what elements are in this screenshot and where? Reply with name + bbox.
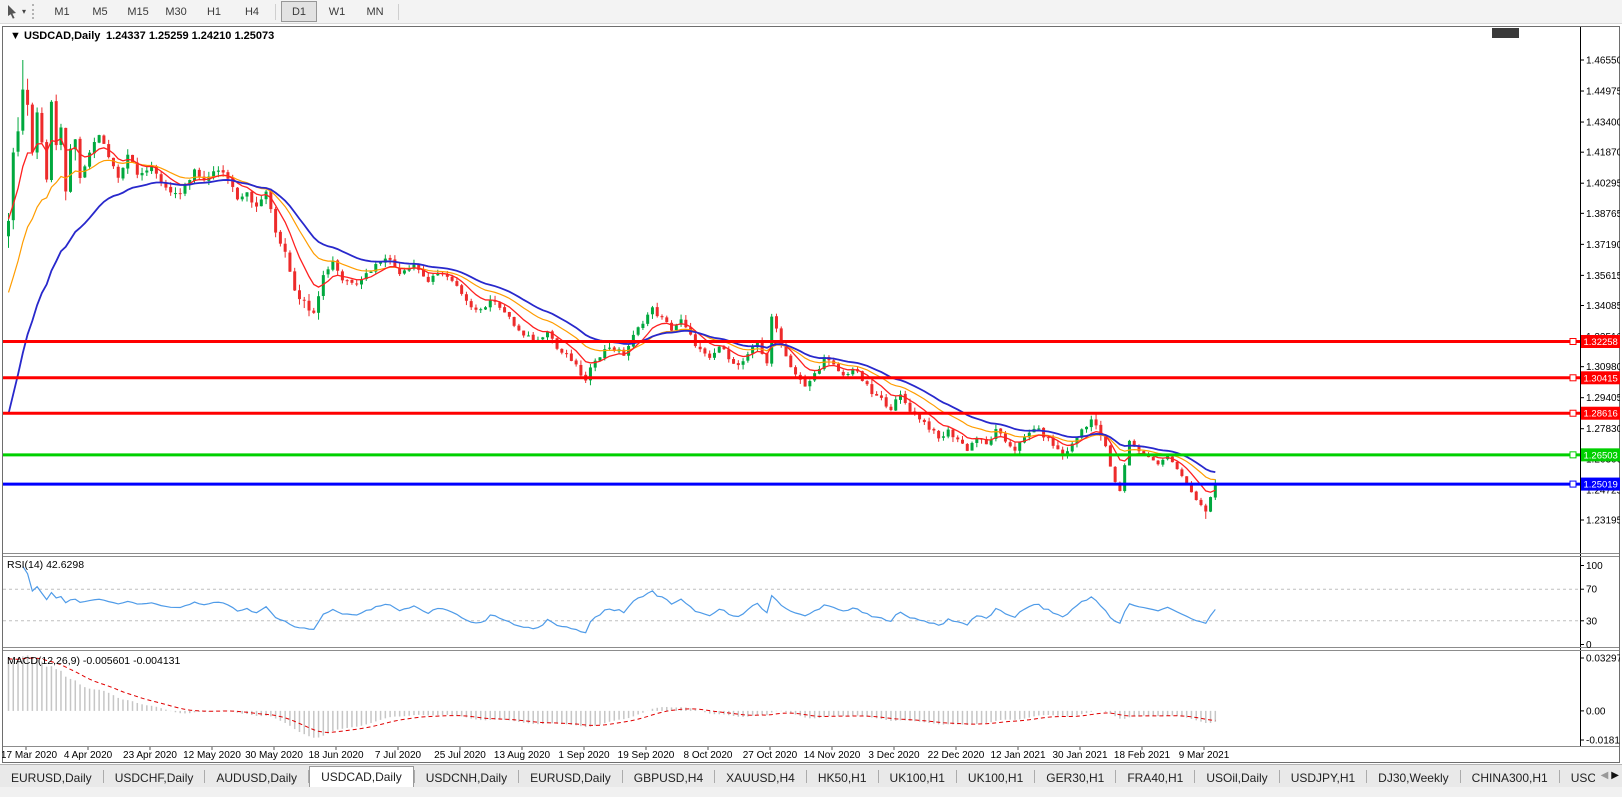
svg-text:25 Jul 2020: 25 Jul 2020 xyxy=(434,750,486,761)
svg-text:18 Feb 2021: 18 Feb 2021 xyxy=(1114,750,1171,761)
svg-text:1.27830: 1.27830 xyxy=(1586,424,1620,435)
chart-tab-XAUUSD[interactable]: XAUUSD,H4 xyxy=(715,769,806,788)
toolbar-grip[interactable] xyxy=(32,4,37,19)
chart-window-border xyxy=(3,27,1620,763)
svg-text:1.43400: 1.43400 xyxy=(1586,118,1620,129)
svg-text:18 Jun 2020: 18 Jun 2020 xyxy=(308,750,363,761)
svg-text:0: 0 xyxy=(1586,640,1592,651)
chart-tab-UK100[interactable]: UK100,H1 xyxy=(879,769,956,788)
chart-tab-UK100[interactable]: UK100,H1 xyxy=(957,769,1034,788)
tab-scroll-arrows: ◀▶ xyxy=(1597,770,1619,781)
svg-text:0.032972: 0.032972 xyxy=(1586,654,1620,665)
timeframe-button-M5[interactable]: M5 xyxy=(82,1,118,22)
chart-tab-CHINA300[interactable]: CHINA300,H1 xyxy=(1461,769,1559,788)
svg-text:70: 70 xyxy=(1586,585,1598,596)
hline-handle[interactable] xyxy=(1570,375,1576,381)
timeframe-button-MN[interactable]: MN xyxy=(357,1,393,22)
timeframe-button-H4[interactable]: H4 xyxy=(234,1,270,22)
chart-tab-USDCAD[interactable]: USDCAD,Daily xyxy=(309,766,414,788)
timeframe-button-M15[interactable]: M15 xyxy=(120,1,156,22)
svg-text:1.29405: 1.29405 xyxy=(1586,393,1620,404)
svg-text:1.28616: 1.28616 xyxy=(1584,409,1618,420)
timeframe-button-M30[interactable]: M30 xyxy=(158,1,194,22)
tab-scroll-left-icon[interactable]: ◀ xyxy=(1601,770,1609,781)
rsi-indicator-label: RSI(14) 42.6298 xyxy=(7,559,84,571)
chart-top-right-marker[interactable] xyxy=(1492,28,1519,38)
svg-text:1.44975: 1.44975 xyxy=(1586,87,1620,98)
chart-tab-AUDUSD[interactable]: AUDUSD,Daily xyxy=(205,769,308,788)
chart-tab-EURUSD[interactable]: EURUSD,Daily xyxy=(0,769,103,788)
svg-text:1.30415: 1.30415 xyxy=(1584,373,1618,384)
toolbar-separator xyxy=(398,4,399,20)
svg-text:27 Oct 2020: 27 Oct 2020 xyxy=(743,750,798,761)
chart-tab-overflow[interactable]: USC xyxy=(1560,769,1595,788)
svg-text:8 Oct 2020: 8 Oct 2020 xyxy=(684,750,733,761)
svg-text:7 Jul 2020: 7 Jul 2020 xyxy=(375,750,422,761)
chart-title: USDCAD,Daily xyxy=(24,30,101,42)
svg-text:4 Apr 2020: 4 Apr 2020 xyxy=(64,750,113,761)
timeframe-button-W1[interactable]: W1 xyxy=(319,1,355,22)
chart-tab-EURUSD[interactable]: EURUSD,Daily xyxy=(519,769,622,788)
hline-handle[interactable] xyxy=(1570,410,1576,416)
hline-handle[interactable] xyxy=(1570,452,1576,458)
svg-text:1.41870: 1.41870 xyxy=(1586,148,1620,159)
macd-indicator-label: MACD(12,26,9) -0.005601 -0.004131 xyxy=(7,655,181,667)
svg-text:1.26503: 1.26503 xyxy=(1584,450,1618,461)
svg-text:1.25019: 1.25019 xyxy=(1584,480,1618,491)
chart-tab-USDCNH[interactable]: USDCNH,Daily xyxy=(415,769,518,788)
chart-tab-FRA40[interactable]: FRA40,H1 xyxy=(1116,769,1194,788)
svg-text:1.37190: 1.37190 xyxy=(1586,240,1620,251)
svg-text:19 Sep 2020: 19 Sep 2020 xyxy=(618,750,675,761)
chart-tab-USDJPY[interactable]: USDJPY,H1 xyxy=(1280,769,1366,788)
timeframe-button-M1[interactable]: M1 xyxy=(44,1,80,22)
svg-text:23 Apr 2020: 23 Apr 2020 xyxy=(123,750,177,761)
status-strip xyxy=(0,787,1622,797)
timeframe-button-H1[interactable]: H1 xyxy=(196,1,232,22)
svg-text:17 Mar 2020: 17 Mar 2020 xyxy=(2,750,58,761)
timeframe-toolbar: ▾ M1M5M15M30H1H4 D1W1MN xyxy=(0,0,1622,24)
chart-tab-GBPUSD[interactable]: GBPUSD,H4 xyxy=(623,769,714,788)
svg-text:1.38765: 1.38765 xyxy=(1586,209,1620,220)
timeframe-button-D1[interactable]: D1 xyxy=(281,1,317,22)
svg-text:0.00: 0.00 xyxy=(1586,706,1606,717)
tab-scroll-right-icon[interactable]: ▶ xyxy=(1611,770,1619,781)
hline-handle[interactable] xyxy=(1570,338,1576,344)
cursor-tool-caret-icon[interactable]: ▾ xyxy=(22,7,26,16)
chart-tab-HK50[interactable]: HK50,H1 xyxy=(807,769,878,788)
svg-text:30 Jan 2021: 30 Jan 2021 xyxy=(1052,750,1107,761)
chart-tab-USDCHF[interactable]: USDCHF,Daily xyxy=(104,769,205,788)
svg-text:100: 100 xyxy=(1586,561,1603,572)
svg-text:30: 30 xyxy=(1586,616,1598,627)
chart-tab-DJ30[interactable]: DJ30,Weekly xyxy=(1367,769,1459,788)
svg-text:3 Dec 2020: 3 Dec 2020 xyxy=(868,750,920,761)
svg-text:1.35615: 1.35615 xyxy=(1586,271,1620,282)
svg-text:1 Sep 2020: 1 Sep 2020 xyxy=(558,750,610,761)
chart-context-caret-icon[interactable]: ▼ xyxy=(10,30,21,42)
chart-tab-USOil[interactable]: USOil,Daily xyxy=(1195,769,1278,788)
svg-text:1.32258: 1.32258 xyxy=(1584,337,1618,348)
svg-text:9 Mar 2021: 9 Mar 2021 xyxy=(1179,750,1230,761)
toolbar-separator xyxy=(275,4,276,20)
svg-text:-0.018154: -0.018154 xyxy=(1586,736,1620,747)
svg-text:1.40295: 1.40295 xyxy=(1586,179,1620,190)
cursor-tool-icon[interactable] xyxy=(5,4,21,20)
svg-text:12 Jan 2021: 12 Jan 2021 xyxy=(990,750,1045,761)
svg-text:12 May 2020: 12 May 2020 xyxy=(183,750,241,761)
svg-text:22 Dec 2020: 22 Dec 2020 xyxy=(928,750,985,761)
chart-window[interactable]: 1.46550 1.44975 1.43400 1.41870 1.40295 1.387… xyxy=(2,26,1620,763)
svg-text:14 Nov 2020: 14 Nov 2020 xyxy=(804,750,861,761)
svg-text:1.34085: 1.34085 xyxy=(1586,301,1620,312)
svg-text:13 Aug 2020: 13 Aug 2020 xyxy=(494,750,551,761)
chart-ohlc-values: 1.24337 1.25259 1.24210 1.25073 xyxy=(106,30,274,42)
svg-text:30 May 2020: 30 May 2020 xyxy=(245,750,303,761)
hline-handle[interactable] xyxy=(1570,481,1576,487)
svg-text:1.23195: 1.23195 xyxy=(1586,516,1620,527)
chart-tab-bar: EURUSD,DailyUSDCHF,DailyAUDUSD,DailyUSDC… xyxy=(0,764,1622,788)
chart-tab-GER30[interactable]: GER30,H1 xyxy=(1035,769,1115,788)
svg-text:1.46550: 1.46550 xyxy=(1586,56,1620,67)
